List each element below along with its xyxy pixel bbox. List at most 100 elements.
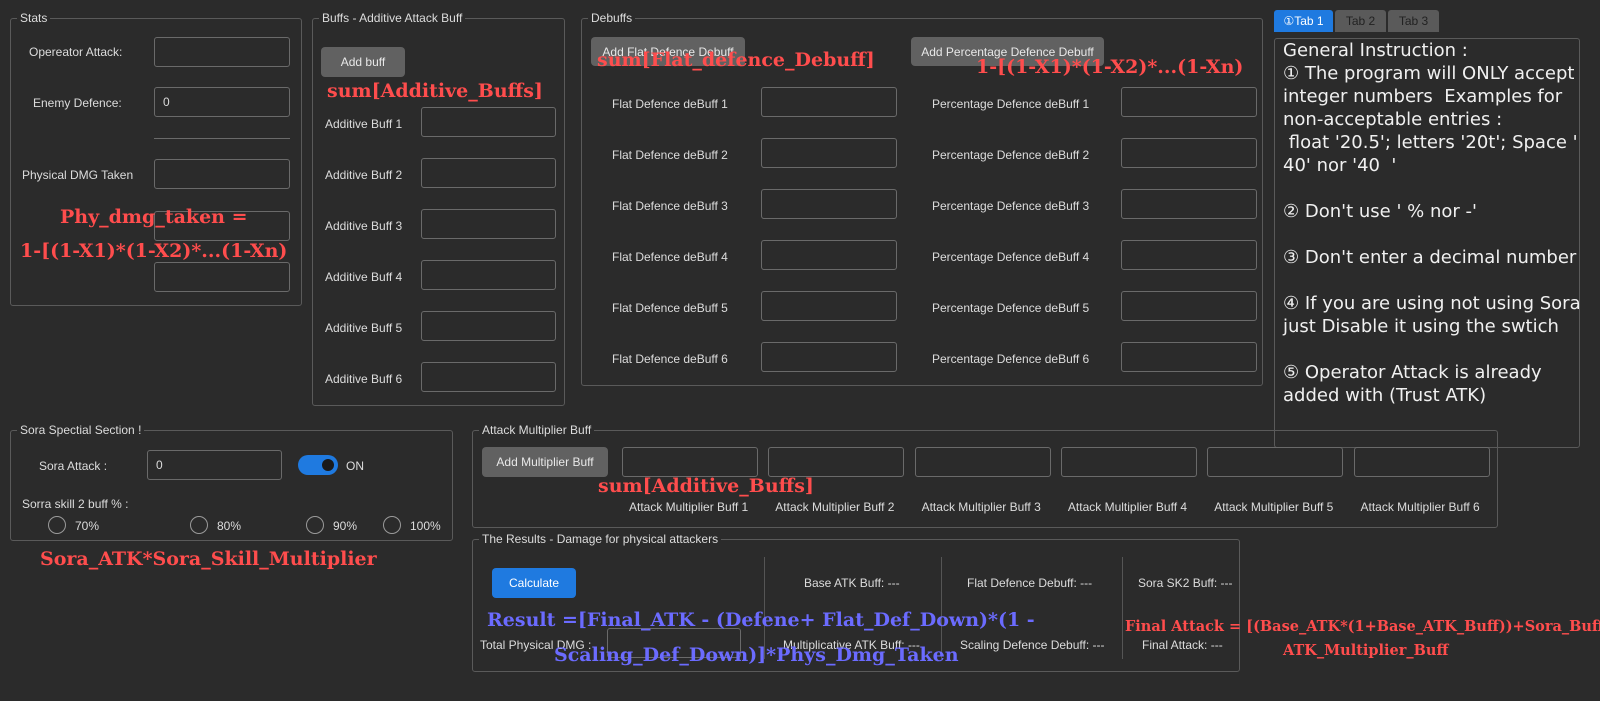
sora-toggle-switch[interactable] [298, 455, 338, 475]
stats-title: Stats [17, 10, 51, 26]
percentage-formula-annotation: 1-[(1-X1)*(1-X2)*...(1-Xn) [976, 56, 1244, 78]
flat-defence-debuff-input[interactable] [761, 240, 897, 270]
add-buff-button[interactable]: Add buff [321, 47, 405, 77]
tab-3[interactable]: Tab 3 [1388, 10, 1439, 32]
tab-2[interactable]: Tab 2 [1335, 10, 1386, 32]
enemy-defence-label: Enemy Defence: [33, 96, 122, 110]
sum-multiplier-annotation: sum[Additive_Buffs] [598, 475, 814, 497]
flat-defence-debuff-result: Flat Defence Debuff: --- [967, 576, 1093, 590]
tab-1[interactable]: ①Tab 1 [1274, 10, 1333, 32]
attack-multiplier-input[interactable] [1207, 447, 1344, 477]
flat-defence-debuff-label: Flat Defence deBuff 1 [612, 97, 728, 111]
physical-dmg-taken-label: Physical DMG Taken [22, 168, 134, 182]
additive-buff-label: Additive Buff 5 [325, 321, 403, 335]
percentage-defence-debuff-label: Percentage Defence deBuff 2 [932, 148, 1090, 162]
percentage-defence-debuff-input[interactable] [1121, 87, 1257, 117]
flat-defence-debuff-input[interactable] [761, 342, 897, 372]
attack-multiplier-label: Attack Multiplier Buff 5 [1214, 500, 1334, 514]
attack-multiplier-label: Attack Multiplier Buff 2 [775, 500, 895, 514]
debuffs-title: Debuffs [588, 10, 636, 26]
flat-defence-debuff-input[interactable] [761, 189, 897, 219]
flat-defence-debuff-label: Flat Defence deBuff 3 [612, 199, 728, 213]
attack-multiplier-label: Attack Multiplier Buff 1 [629, 500, 749, 514]
sora-skill-option-label: 80% [217, 519, 242, 533]
physical-dmg-taken-input-3[interactable] [154, 262, 290, 292]
additive-buff-label: Additive Buff 3 [325, 219, 403, 233]
operator-attack-input[interactable] [154, 37, 290, 67]
phy-dmg-annotation-1: Phy_dmg_taken = [60, 206, 248, 228]
attack-multiplier-label: Attack Multiplier Buff 4 [1067, 500, 1188, 514]
sum-additive-annotation: sum[Additive_Buffs] [327, 80, 543, 102]
attack-multiplier-input[interactable] [768, 447, 905, 477]
sora-attack-input[interactable] [147, 450, 282, 480]
instructions-text: General Instruction : ① The program will… [1283, 40, 1581, 406]
flat-defence-debuff-label: Flat Defence deBuff 6 [612, 352, 728, 366]
instructions-panel: General Instruction : ① The program will… [1274, 38, 1581, 448]
additive-buff-input[interactable] [421, 158, 556, 188]
attack-multiplier-input[interactable] [622, 447, 758, 477]
sora-switch-label: ON [346, 459, 364, 473]
percentage-defence-debuff-label: Percentage Defence deBuff 3 [932, 199, 1090, 213]
stats-separator [154, 138, 290, 139]
phy-dmg-annotation-2: 1-[(1-X1)*(1-X2)*...(1-Xn) [20, 240, 288, 262]
additive-buff-label: Additive Buff 4 [325, 270, 403, 284]
sora-skill-option-label: 100% [410, 519, 441, 533]
add-multiplier-buff-button[interactable]: Add Multiplier Buff [482, 447, 608, 477]
percentage-defence-debuff-label: Percentage Defence deBuff 5 [932, 301, 1090, 315]
final-attack-annotation-2: ATK_Multiplier_Buff [1283, 642, 1449, 659]
additive-buff-input[interactable] [421, 107, 556, 137]
physical-dmg-taken-input-1[interactable] [154, 159, 290, 189]
sora-skill-radio[interactable] [306, 516, 324, 534]
flat-defence-debuff-label: Flat Defence deBuff 5 [612, 301, 728, 315]
calculate-button[interactable]: Calculate [492, 568, 576, 598]
enemy-defence-input[interactable] [154, 87, 290, 117]
final-attack-annotation-1: Final Attack = [(Base_ATK*(1+Base_ATK_Bu… [1125, 618, 1600, 635]
base-atk-buff-result: Base ATK Buff: --- [804, 576, 900, 590]
switch-knob [322, 459, 334, 471]
sora-skill-radio[interactable] [190, 516, 208, 534]
flat-defence-debuff-label: Flat Defence deBuff 4 [612, 250, 728, 264]
attack-multiplier-title: Attack Multiplier Buff [479, 422, 595, 438]
percentage-defence-debuff-label: Percentage Defence deBuff 4 [932, 250, 1090, 264]
flat-defence-debuff-input[interactable] [761, 87, 897, 117]
percentage-defence-debuff-label: Percentage Defence deBuff 6 [932, 352, 1090, 366]
percentage-defence-debuff-input[interactable] [1121, 240, 1257, 270]
additive-buff-input[interactable] [421, 209, 556, 239]
scaling-defence-debuff-result: Scaling Defence Debuff: --- [960, 638, 1105, 652]
sora-formula-annotation: Sora_ATK*Sora_Skill_Multiplier [40, 548, 377, 570]
sum-flat-annotation: sum[Flat_defence_Debuff] [597, 49, 875, 71]
results-separator-3 [1122, 557, 1123, 659]
attack-multiplier-label: Attack Multiplier Buff 6 [1360, 500, 1480, 514]
flat-defence-debuff-input[interactable] [761, 291, 897, 321]
percentage-defence-debuff-input[interactable] [1121, 342, 1257, 372]
percentage-defence-debuff-input[interactable] [1121, 138, 1257, 168]
attack-multiplier-input[interactable] [914, 447, 1051, 477]
percentage-defence-debuff-input[interactable] [1121, 291, 1257, 321]
attack-multiplier-label: Attack Multiplier Buff 3 [921, 500, 1041, 514]
sora-attack-label: Sora Attack : [39, 459, 108, 473]
sora-sk2-buff-result: Sora SK2 Buff: --- [1138, 576, 1233, 590]
additive-buff-input[interactable] [421, 362, 556, 392]
attack-multiplier-input[interactable] [1353, 447, 1490, 477]
flat-defence-debuff-input[interactable] [761, 138, 897, 168]
sora-skill-option-label: 70% [75, 519, 100, 533]
sora-skill-label: Sorra skill 2 buff % : [22, 497, 129, 511]
results-title: The Results - Damage for physical attack… [479, 531, 722, 547]
additive-buff-input[interactable] [421, 311, 556, 341]
result-formula-annotation-1: Result =[Final_ATK - (Defene+ Flat_Def_D… [487, 609, 1035, 631]
percentage-defence-debuff-label: Percentage Defence deBuff 1 [932, 97, 1090, 111]
additive-buff-label: Additive Buff 6 [325, 372, 403, 386]
sora-skill-radio[interactable] [383, 516, 401, 534]
additive-buff-input[interactable] [421, 260, 556, 290]
additive-buff-label: Additive Buff 1 [325, 117, 403, 131]
buffs-title: Buffs - Additive Attack Buff [319, 10, 466, 26]
final-attack-result: Final Attack: --- [1142, 638, 1223, 652]
result-formula-annotation-2: Scaling_Def_Down)]*Phys_Dmg_Taken [554, 644, 959, 666]
percentage-defence-debuff-input[interactable] [1121, 189, 1257, 219]
sora-skill-radio[interactable] [48, 516, 66, 534]
operator-attack-label: Opereator Attack: [29, 45, 123, 59]
sora-title: Sora Spectial Section ! [17, 422, 145, 438]
additive-buff-label: Additive Buff 2 [325, 168, 403, 182]
attack-multiplier-input[interactable] [1060, 447, 1197, 477]
sora-skill-option-label: 90% [333, 519, 358, 533]
